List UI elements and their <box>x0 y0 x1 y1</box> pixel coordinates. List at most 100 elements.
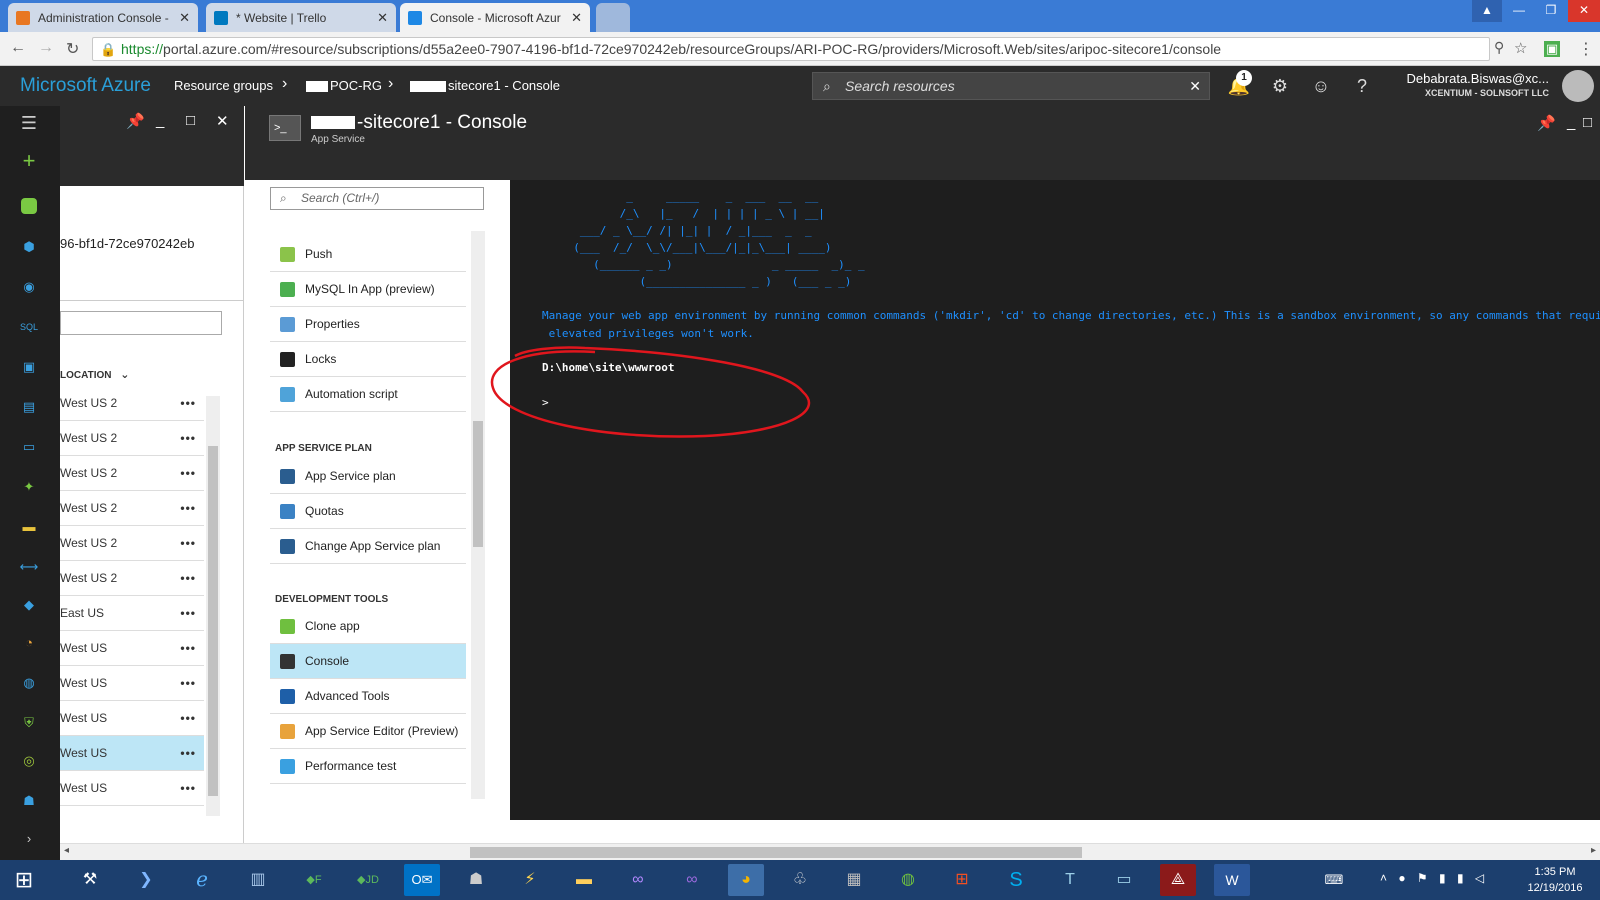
keyboard-icon[interactable]: ⌨ <box>1316 864 1352 896</box>
close-tab-icon[interactable]: ✕ <box>377 10 388 26</box>
menu-item-app-service-plan[interactable]: App Service plan <box>270 459 466 494</box>
more-options-icon[interactable]: ••• <box>180 631 196 665</box>
text-editor-icon[interactable]: T <box>1052 864 1088 896</box>
scroll-left-icon[interactable]: ◂ <box>64 845 69 856</box>
visual-studio-icon[interactable]: ∞ <box>620 864 656 896</box>
more-options-icon[interactable]: ••• <box>180 771 196 805</box>
more-options-icon[interactable]: ••• <box>180 491 196 525</box>
more-options-icon[interactable]: ••• <box>180 666 196 700</box>
scrollbar-thumb[interactable] <box>473 421 483 547</box>
load-balancer-icon[interactable]: ✦ <box>18 476 40 498</box>
app-services-globe-icon[interactable]: ◉ <box>18 276 40 298</box>
virtual-networks-icon[interactable]: ⟷ <box>18 556 40 578</box>
menu-item-push[interactable]: Push <box>270 237 466 272</box>
reload-icon[interactable]: ↻ <box>66 39 79 59</box>
back-icon[interactable]: ← <box>10 39 26 57</box>
extension-icon[interactable]: ▣ <box>1544 41 1560 57</box>
dashboard-icon[interactable] <box>21 198 37 214</box>
menu-item-change-app-service-plan[interactable]: Change App Service plan <box>270 529 466 564</box>
more-options-icon[interactable]: ••• <box>180 421 196 455</box>
menu-item-locks[interactable]: Locks <box>270 342 466 377</box>
scroll-right-icon[interactable]: ▸ <box>1591 845 1596 856</box>
powershell-icon[interactable]: ❯ <box>128 864 164 896</box>
menu-scrollbar[interactable] <box>471 231 485 799</box>
windows-store-icon[interactable]: ⊞ <box>944 864 980 896</box>
breadcrumb-current[interactable]: sitecore1 - Console <box>410 78 560 93</box>
scrollbar-thumb[interactable] <box>470 847 1082 858</box>
taskbar-clock[interactable]: 1:35 PM 12/19/2016 <box>1520 864 1590 896</box>
close-window-icon[interactable]: ✕ <box>1568 0 1600 22</box>
forward-icon[interactable]: → <box>38 39 54 57</box>
close-tab-icon[interactable]: ✕ <box>571 10 582 26</box>
security-center-icon[interactable]: ⛨ <box>18 712 40 734</box>
internet-explorer-icon[interactable]: ℯ <box>184 864 220 896</box>
postgres-elephant-icon[interactable]: ☗ <box>458 864 494 896</box>
tree-app-icon[interactable]: ♧ <box>782 864 818 896</box>
location-row[interactable]: West US ••• <box>60 736 204 771</box>
help-icon[interactable]: ? <box>1349 74 1375 100</box>
advisor-icon[interactable]: ◍ <box>18 672 40 694</box>
new-tab-button[interactable] <box>596 3 630 32</box>
location-row[interactable]: West US ••• <box>60 771 204 806</box>
remote-desktop-icon[interactable]: ▭ <box>1106 864 1142 896</box>
user-profile-icon[interactable]: ▲ <box>1472 0 1502 22</box>
resource-groups-cube-icon[interactable]: ⬢ <box>18 236 40 258</box>
file-explorer-icon[interactable]: ▬ <box>566 864 602 896</box>
location-row[interactable]: West US 2 ••• <box>60 561 204 596</box>
menu-item-advanced-tools[interactable]: Advanced Tools <box>270 679 466 714</box>
tab-administration-console[interactable]: Administration Console - ✕ <box>8 3 198 32</box>
hamburger-menu-icon[interactable]: ☰ <box>18 112 40 134</box>
horizontal-scrollbar[interactable]: ◂ ▸ <box>60 843 1600 860</box>
clear-search-icon[interactable]: ✕ <box>1189 73 1201 99</box>
location-row[interactable]: West US 2 ••• <box>60 526 204 561</box>
help-support-icon[interactable]: ☗ <box>18 790 40 812</box>
avatar[interactable] <box>1562 70 1594 102</box>
close-blade-icon[interactable]: ✕ <box>216 112 229 130</box>
tools-app-icon[interactable]: ⚒ <box>72 864 108 896</box>
f-app-icon[interactable]: ◆F <box>296 864 332 896</box>
menu-item-app-service-editor-preview[interactable]: App Service Editor (Preview) <box>270 714 466 749</box>
azure-brand[interactable]: Microsoft Azure <box>20 75 151 97</box>
feedback-smiley-icon[interactable]: ☺ <box>1308 74 1334 100</box>
active-directory-icon[interactable]: ◆ <box>18 594 40 616</box>
menu-item-properties[interactable]: Properties <box>270 307 466 342</box>
maximize-blade-icon[interactable]: □ <box>186 112 195 129</box>
more-options-icon[interactable]: ••• <box>180 456 196 490</box>
bookmark-star-icon[interactable]: ☆ <box>1514 39 1527 57</box>
menu-item-console[interactable]: Console <box>270 644 466 679</box>
blade-scrollbar[interactable] <box>206 396 220 816</box>
browser-menu-icon[interactable]: ⋮ <box>1578 39 1594 59</box>
settings-gear-icon[interactable]: ⚙ <box>1267 74 1293 100</box>
virtual-machines-icon[interactable]: ▣ <box>18 356 40 378</box>
restore-window-icon[interactable]: ❐ <box>1536 0 1566 22</box>
breadcrumb-resource-group[interactable]: POC-RG <box>306 78 382 93</box>
monitor-icon[interactable]: ▭ <box>18 436 40 458</box>
menu-item-automation-script[interactable]: Automation script <box>270 377 466 412</box>
location-column-header[interactable]: LOCATION ⌄ <box>60 368 129 381</box>
console-terminal[interactable]: _ _____ _ ___ __ __ /_\ |_ / | | | | _ \… <box>510 180 1600 820</box>
chrome-icon[interactable]: ◕ <box>728 864 764 896</box>
location-row[interactable]: West US 2 ••• <box>60 421 204 456</box>
pdf-reader-icon[interactable]: ⟁ <box>1160 864 1196 896</box>
more-services-chevron-icon[interactable]: › <box>18 828 40 850</box>
more-options-icon[interactable]: ••• <box>180 526 196 560</box>
menu-search-input[interactable]: ⌕ Search (Ctrl+/) <box>270 187 484 210</box>
close-tab-icon[interactable]: ✕ <box>179 10 190 26</box>
sql-databases-icon[interactable]: SQL <box>18 316 40 338</box>
visual-studio-2-icon[interactable]: ∞ <box>674 864 710 896</box>
minimize-window-icon[interactable]: — <box>1504 0 1534 22</box>
more-options-icon[interactable]: ••• <box>180 701 196 735</box>
location-row[interactable]: West US ••• <box>60 666 204 701</box>
breadcrumb-resource-groups[interactable]: Resource groups <box>174 78 273 93</box>
search-resources-input[interactable]: ⌕ Search resources ✕ <box>812 72 1210 100</box>
pin-blade-icon[interactable]: 📌 <box>126 112 145 130</box>
menu-item-quotas[interactable]: Quotas <box>270 494 466 529</box>
location-row[interactable]: West US 2 ••• <box>60 456 204 491</box>
firewall-icon[interactable]: ▦ <box>836 864 872 896</box>
more-options-icon[interactable]: ••• <box>180 596 196 630</box>
word-icon[interactable]: W <box>1214 864 1250 896</box>
scrollbar-thumb[interactable] <box>208 446 218 796</box>
office-app-icon[interactable]: ▥ <box>240 864 276 896</box>
location-row[interactable]: West US 2 ••• <box>60 386 204 421</box>
monitoring-gauge-icon[interactable]: ◔ <box>18 632 40 654</box>
